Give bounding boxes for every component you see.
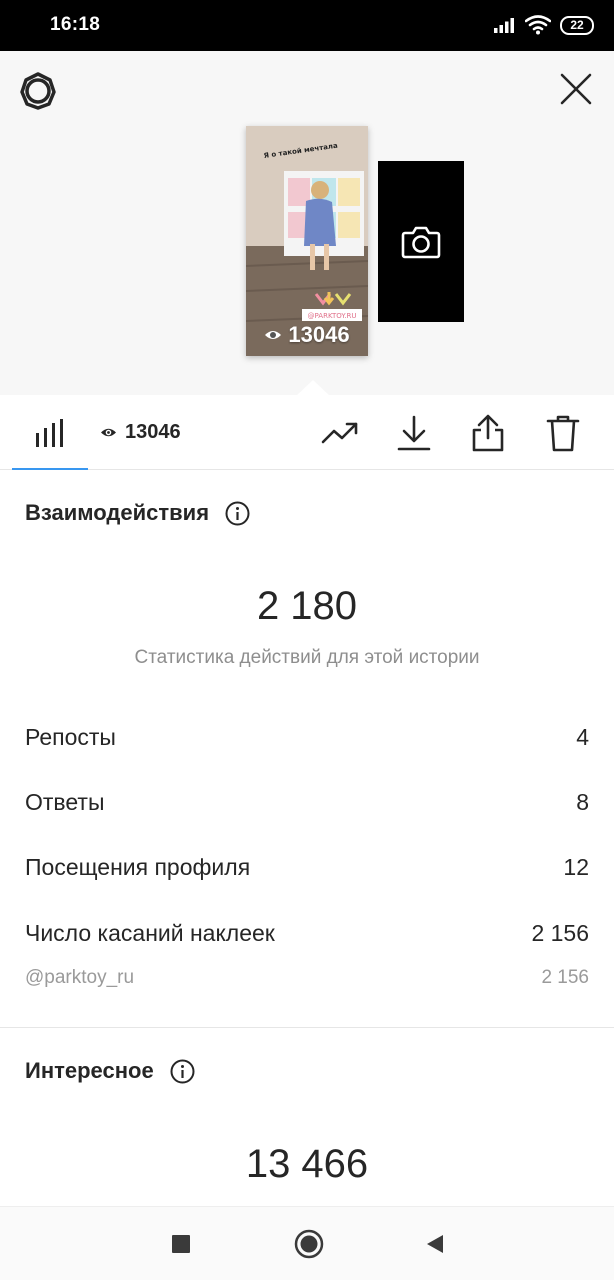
signal-icon [494,18,514,33]
battery-level: 22 [570,18,584,32]
interactions-title: Взаимодействия [25,500,210,525]
camera-icon [401,226,441,258]
system-nav-bar [0,1206,614,1280]
home-circle-icon [294,1229,324,1259]
thumbnail-views-count: 13046 [288,322,350,347]
sticker-label: @PARKTOY.RU [308,312,357,320]
metric-label: Посещения профиля [25,854,251,880]
metric-row-profile-visits: Посещения профиля 12 [25,854,589,881]
battery-icon: 22 [560,15,594,35]
metric-value: 12 [563,854,589,880]
download-button[interactable] [394,413,434,453]
interactions-subtitle: Статистика действий для этой истории [134,647,480,668]
metric-row-sticker-taps: Число касаний наклеек 2 156 [25,920,589,947]
eye-icon [101,428,116,437]
discovery-total: 13 466 [245,1142,369,1186]
tab-insights[interactable] [12,395,88,470]
sticker-mention-value: 2 156 [541,967,589,988]
active-tab-indicator [12,468,88,470]
status-icons: 22 [494,13,594,37]
back-triangle-icon [427,1235,443,1253]
sticker-mention-label: @parktoy_ru [25,967,135,988]
home-button[interactable] [292,1227,326,1261]
status-bar: 16:18 22 [0,0,614,51]
section-divider [0,1027,614,1028]
tab-viewers[interactable]: 13046 [100,421,181,444]
story-preview-area: Я о такой мечтала @PARKTOY.RU 13046 [0,51,614,396]
square-icon [172,1235,190,1253]
recents-button[interactable] [164,1227,198,1261]
close-icon [560,73,592,105]
settings-button[interactable] [18,71,58,111]
back-button[interactable] [418,1227,452,1261]
promote-button[interactable] [320,413,360,453]
thumbnail-views: 13046 [246,322,368,348]
metric-row-sticker-mention[interactable]: @parktoy_ru 2 156 [25,967,589,989]
trending-icon [321,422,358,444]
discovery-header: Интересное [25,1058,195,1084]
close-button[interactable] [558,71,594,107]
gear-icon [20,72,56,110]
insights-toolbar: 13046 [0,395,614,470]
interactions-header: Взаимодействия [25,500,250,526]
eye-icon [265,331,282,339]
share-button[interactable] [468,413,508,453]
viewers-count: 13046 [125,421,181,443]
story-thumbnail[interactable]: Я о такой мечтала @PARKTOY.RU 13046 [246,126,368,356]
info-icon[interactable] [225,501,250,526]
wifi-icon [525,15,551,35]
delete-button[interactable] [543,413,583,453]
status-time: 16:18 [50,14,101,35]
metric-row-replies: Ответы 8 [25,789,589,816]
metric-label: Ответы [25,789,105,815]
bar-chart-icon [36,418,63,447]
metric-value: 2 156 [531,920,589,946]
discovery-title: Интересное [25,1058,154,1083]
metric-label: Число касаний наклеек [25,920,275,946]
metric-label: Репосты [25,724,116,750]
add-story-card[interactable] [378,161,464,322]
info-icon[interactable] [170,1059,195,1084]
interactions-total: 2 180 [256,584,358,628]
metric-value: 8 [576,789,589,815]
download-icon [397,415,431,451]
metric-value: 4 [576,724,589,750]
selection-notch [296,380,330,396]
metric-row-reposts: Репосты 4 [25,724,589,751]
trash-icon [546,415,580,452]
share-icon [472,414,504,452]
